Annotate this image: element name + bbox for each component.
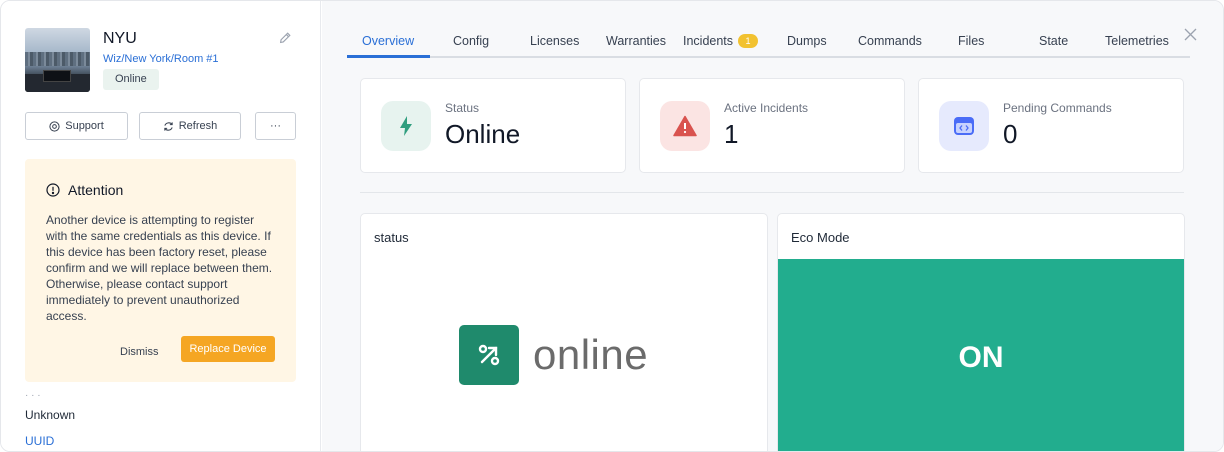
tab-state[interactable]: State: [1039, 34, 1068, 48]
dismiss-button[interactable]: Dismiss: [110, 342, 169, 362]
tab-bar: Overview Config Licenses Warranties Inci…: [347, 27, 1190, 58]
eco-mode-panel-title: Eco Mode: [791, 230, 850, 245]
online-text: online: [533, 331, 649, 378]
warning-icon: [673, 115, 697, 137]
tab-overview[interactable]: Overview: [362, 34, 414, 48]
tab-incidents-label: Incidents: [683, 34, 734, 48]
replace-device-button[interactable]: Replace Device: [181, 336, 275, 362]
eco-mode-value: ON: [958, 341, 1004, 374]
info-label-cut: · · ·: [25, 393, 41, 399]
incidents-count-badge: 1: [738, 34, 759, 48]
bolt-icon: [400, 116, 412, 136]
tab-telemetries[interactable]: Telemetries: [1105, 34, 1169, 48]
status-card: Status Online: [360, 78, 626, 173]
attention-alert: Attention Another device is attempting t…: [25, 159, 296, 382]
device-main: Overview Config Licenses Warranties Inci…: [322, 1, 1223, 451]
status-panel: status online: [360, 213, 768, 451]
pencil-icon[interactable]: [278, 31, 292, 45]
active-incidents-card[interactable]: Active Incidents 1: [639, 78, 905, 173]
device-status-badge: Online: [103, 69, 159, 90]
info-value: Unknown: [25, 408, 76, 422]
device-name: NYU: [103, 30, 137, 47]
tab-incidents[interactable]: Incidents 1: [683, 34, 759, 48]
refresh-label: Refresh: [178, 120, 218, 132]
refresh-button[interactable]: Refresh: [139, 112, 241, 140]
tab-dumps[interactable]: Dumps: [787, 34, 827, 48]
lifebuoy-icon: [49, 120, 60, 132]
commands-card-value: 0: [1003, 119, 1018, 149]
more-dots-icon: ···: [270, 120, 281, 132]
eco-mode-indicator: ON: [778, 259, 1184, 451]
device-details-window: NYU Wiz/New York/Room #1 Online Support …: [0, 0, 1224, 452]
tab-files[interactable]: Files: [958, 34, 984, 48]
support-button[interactable]: Support: [25, 112, 128, 140]
incidents-card-label: Active Incidents: [724, 101, 809, 115]
incidents-card-value: 1: [724, 119, 739, 149]
tab-licenses[interactable]: Licenses: [530, 34, 579, 48]
device-thumbnail: [25, 28, 90, 92]
status-card-label: Status: [445, 101, 480, 115]
section-divider: [360, 192, 1184, 193]
active-tab-indicator: [347, 55, 430, 58]
tab-commands[interactable]: Commands: [858, 34, 922, 48]
info-circle-icon: [46, 183, 60, 197]
tab-config[interactable]: Config: [453, 34, 489, 48]
alert-message: Another device is attempting to register…: [46, 213, 273, 323]
more-actions-button[interactable]: ···: [255, 112, 296, 140]
online-indicator: online: [459, 325, 648, 385]
alert-title: Attention: [68, 182, 124, 198]
status-card-value: Online: [445, 119, 521, 149]
close-icon[interactable]: [1184, 28, 1197, 41]
device-location-link[interactable]: Wiz/New York/Room #1: [103, 53, 219, 65]
commands-card-label: Pending Commands: [1003, 101, 1112, 115]
pending-commands-card[interactable]: Pending Commands 0: [918, 78, 1184, 173]
support-label: Support: [65, 120, 104, 132]
tab-warranties[interactable]: Warranties: [606, 34, 666, 48]
uuid-label: UUID: [25, 434, 55, 448]
eco-mode-panel: Eco Mode ON: [777, 213, 1185, 451]
refresh-icon: [164, 121, 173, 131]
status-panel-title: status: [374, 230, 409, 245]
code-window-icon: [954, 117, 974, 135]
percent-arrow-icon: [478, 344, 500, 366]
device-sidebar: NYU Wiz/New York/Room #1 Online Support …: [1, 1, 321, 451]
